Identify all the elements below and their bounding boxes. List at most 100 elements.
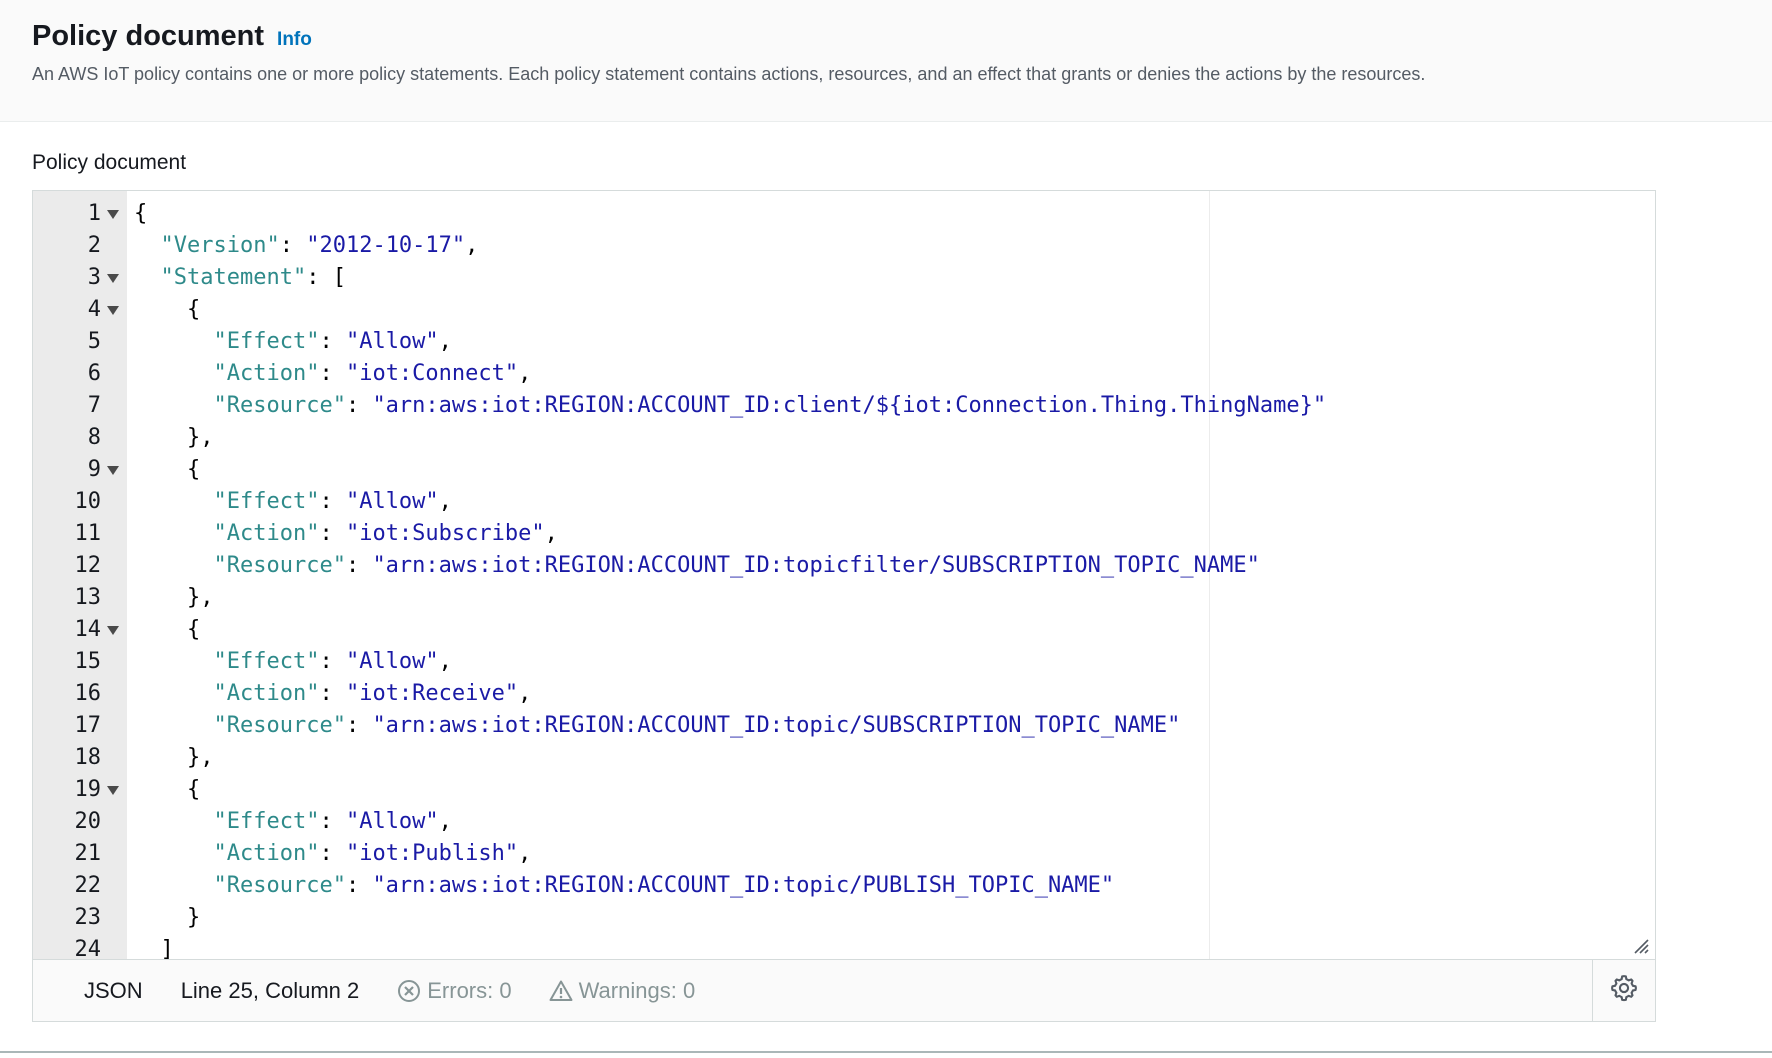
json-key: "Resource" bbox=[213, 393, 346, 418]
code-line[interactable]: 9 { bbox=[33, 454, 1655, 486]
json-punctuation: : bbox=[319, 361, 346, 386]
json-punctuation: { bbox=[134, 777, 201, 802]
json-punctuation bbox=[134, 681, 213, 706]
code-line[interactable]: 2 "Version": "2012-10-17", bbox=[33, 230, 1655, 262]
json-punctuation bbox=[134, 809, 213, 834]
json-punctuation: : bbox=[319, 841, 346, 866]
json-key: "Action" bbox=[213, 841, 320, 866]
code-line[interactable]: 1{ bbox=[33, 198, 1655, 230]
code-text: ] bbox=[134, 934, 174, 959]
json-punctuation bbox=[134, 713, 213, 738]
code-text: }, bbox=[134, 742, 214, 774]
json-punctuation bbox=[134, 329, 213, 354]
code-line[interactable]: 7 "Resource": "arn:aws:iot:REGION:ACCOUN… bbox=[33, 390, 1655, 422]
json-punctuation: : [ bbox=[306, 265, 346, 290]
json-punctuation: }, bbox=[134, 585, 214, 610]
json-punctuation bbox=[134, 393, 213, 418]
code-line[interactable]: 12 "Resource": "arn:aws:iot:REGION:ACCOU… bbox=[33, 550, 1655, 582]
code-text: "Effect": "Allow", bbox=[134, 806, 452, 838]
code-line[interactable]: 14 { bbox=[33, 614, 1655, 646]
json-punctuation: , bbox=[438, 809, 452, 834]
json-string: "iot:Receive" bbox=[345, 681, 519, 706]
fold-arrow-icon[interactable] bbox=[107, 626, 119, 635]
policy-document-label: Policy document bbox=[32, 151, 187, 174]
line-number: 19 bbox=[74, 777, 102, 802]
json-key: "Resource" bbox=[213, 553, 346, 578]
code-line[interactable]: 19 { bbox=[33, 774, 1655, 806]
line-number: 7 bbox=[87, 393, 101, 418]
json-string: "Allow" bbox=[345, 649, 439, 674]
line-number: 18 bbox=[74, 745, 102, 770]
warnings-indicator[interactable]: Warnings: 0 bbox=[549, 978, 695, 1004]
json-punctuation bbox=[134, 265, 161, 290]
fold-arrow-icon[interactable] bbox=[107, 210, 119, 219]
line-number: 3 bbox=[87, 265, 101, 290]
json-string: "arn:aws:iot:REGION:ACCOUNT_ID:topic/PUB… bbox=[372, 873, 1115, 898]
code-editor[interactable]: 1{2 "Version": "2012-10-17", 3 "Statement… bbox=[32, 190, 1656, 1022]
settings-button[interactable] bbox=[1592, 960, 1655, 1021]
json-punctuation: { bbox=[134, 297, 201, 322]
code-line[interactable]: 13 }, bbox=[33, 582, 1655, 614]
line-number: 2 bbox=[87, 233, 101, 258]
json-string: "Allow" bbox=[345, 329, 439, 354]
fold-arrow-icon[interactable] bbox=[107, 466, 119, 475]
code-line[interactable]: 18 }, bbox=[33, 742, 1655, 774]
json-punctuation: , bbox=[518, 681, 532, 706]
fold-arrow-icon[interactable] bbox=[107, 306, 119, 315]
json-punctuation bbox=[134, 521, 213, 546]
code-text: { bbox=[134, 774, 200, 806]
json-key: "Action" bbox=[213, 681, 320, 706]
json-string: "iot:Subscribe" bbox=[345, 521, 545, 546]
json-punctuation: { bbox=[134, 457, 201, 482]
code-line[interactable]: 17 "Resource": "arn:aws:iot:REGION:ACCOU… bbox=[33, 710, 1655, 742]
code-line[interactable]: 4 { bbox=[33, 294, 1655, 326]
json-string: "arn:aws:iot:REGION:ACCOUNT_ID:client/${… bbox=[372, 393, 1327, 418]
info-link[interactable]: Info bbox=[277, 29, 312, 51]
code-line[interactable]: 22 "Resource": "arn:aws:iot:REGION:ACCOU… bbox=[33, 870, 1655, 902]
resize-handle-icon[interactable] bbox=[1631, 936, 1649, 954]
fold-arrow-icon[interactable] bbox=[107, 274, 119, 283]
code-line[interactable]: 24 ] bbox=[33, 934, 1655, 959]
json-punctuation: ] bbox=[134, 937, 174, 959]
line-number: 16 bbox=[74, 681, 102, 706]
json-punctuation: }, bbox=[134, 425, 214, 450]
fold-arrow-icon[interactable] bbox=[107, 786, 119, 795]
code-line[interactable]: 5 "Effect": "Allow", bbox=[33, 326, 1655, 358]
json-punctuation bbox=[134, 553, 213, 578]
code-line[interactable]: 3 "Statement": [ bbox=[33, 262, 1655, 294]
code-text: "Effect": "Allow", bbox=[134, 646, 451, 678]
code-text: }, bbox=[134, 422, 214, 454]
code-line[interactable]: 23 } bbox=[33, 902, 1655, 934]
code-line[interactable]: 11 "Action": "iot:Subscribe", bbox=[33, 518, 1655, 550]
errors-indicator[interactable]: Errors: 0 bbox=[397, 978, 512, 1004]
page-title: Policy document bbox=[32, 20, 265, 52]
code-text: "Action": "iot:Connect", bbox=[134, 358, 531, 390]
json-punctuation: , bbox=[465, 233, 479, 258]
json-punctuation: , bbox=[438, 329, 452, 354]
code-line[interactable]: 21 "Action": "iot:Publish", bbox=[33, 838, 1655, 870]
code-text: "Resource": "arn:aws:iot:REGION:ACCOUNT_… bbox=[134, 870, 1114, 902]
json-key: "Version" bbox=[160, 233, 280, 258]
line-number: 12 bbox=[74, 553, 102, 578]
json-punctuation: : bbox=[319, 329, 346, 354]
code-line[interactable]: 10 "Effect": "Allow", bbox=[33, 486, 1655, 518]
code-text: "Statement": [ bbox=[134, 262, 346, 294]
code-line[interactable]: 6 "Action": "iot:Connect", bbox=[33, 358, 1655, 390]
code-text: "Action": "iot:Publish", bbox=[134, 838, 531, 870]
json-string: "arn:aws:iot:REGION:ACCOUNT_ID:topic/SUB… bbox=[372, 713, 1181, 738]
json-punctuation: : bbox=[319, 681, 346, 706]
json-string: "Allow" bbox=[345, 809, 439, 834]
code-line[interactable]: 8 }, bbox=[33, 422, 1655, 454]
json-key: "Effect" bbox=[213, 809, 320, 834]
error-circle-icon bbox=[397, 979, 421, 1003]
code-line[interactable]: 20 "Effect": "Allow", bbox=[33, 806, 1655, 838]
section-divider bbox=[0, 1051, 1772, 1053]
code-line[interactable]: 16 "Action": "iot:Receive", bbox=[33, 678, 1655, 710]
code-text: "Effect": "Allow", bbox=[134, 486, 451, 518]
json-punctuation: : bbox=[345, 393, 373, 418]
language-mode[interactable]: JSON bbox=[84, 978, 143, 1004]
code-line[interactable]: 15 "Effect": "Allow", bbox=[33, 646, 1655, 678]
code-text: { bbox=[134, 294, 200, 326]
json-punctuation: } bbox=[134, 905, 201, 930]
code-area[interactable]: 1{2 "Version": "2012-10-17", 3 "Statement… bbox=[33, 191, 1655, 959]
